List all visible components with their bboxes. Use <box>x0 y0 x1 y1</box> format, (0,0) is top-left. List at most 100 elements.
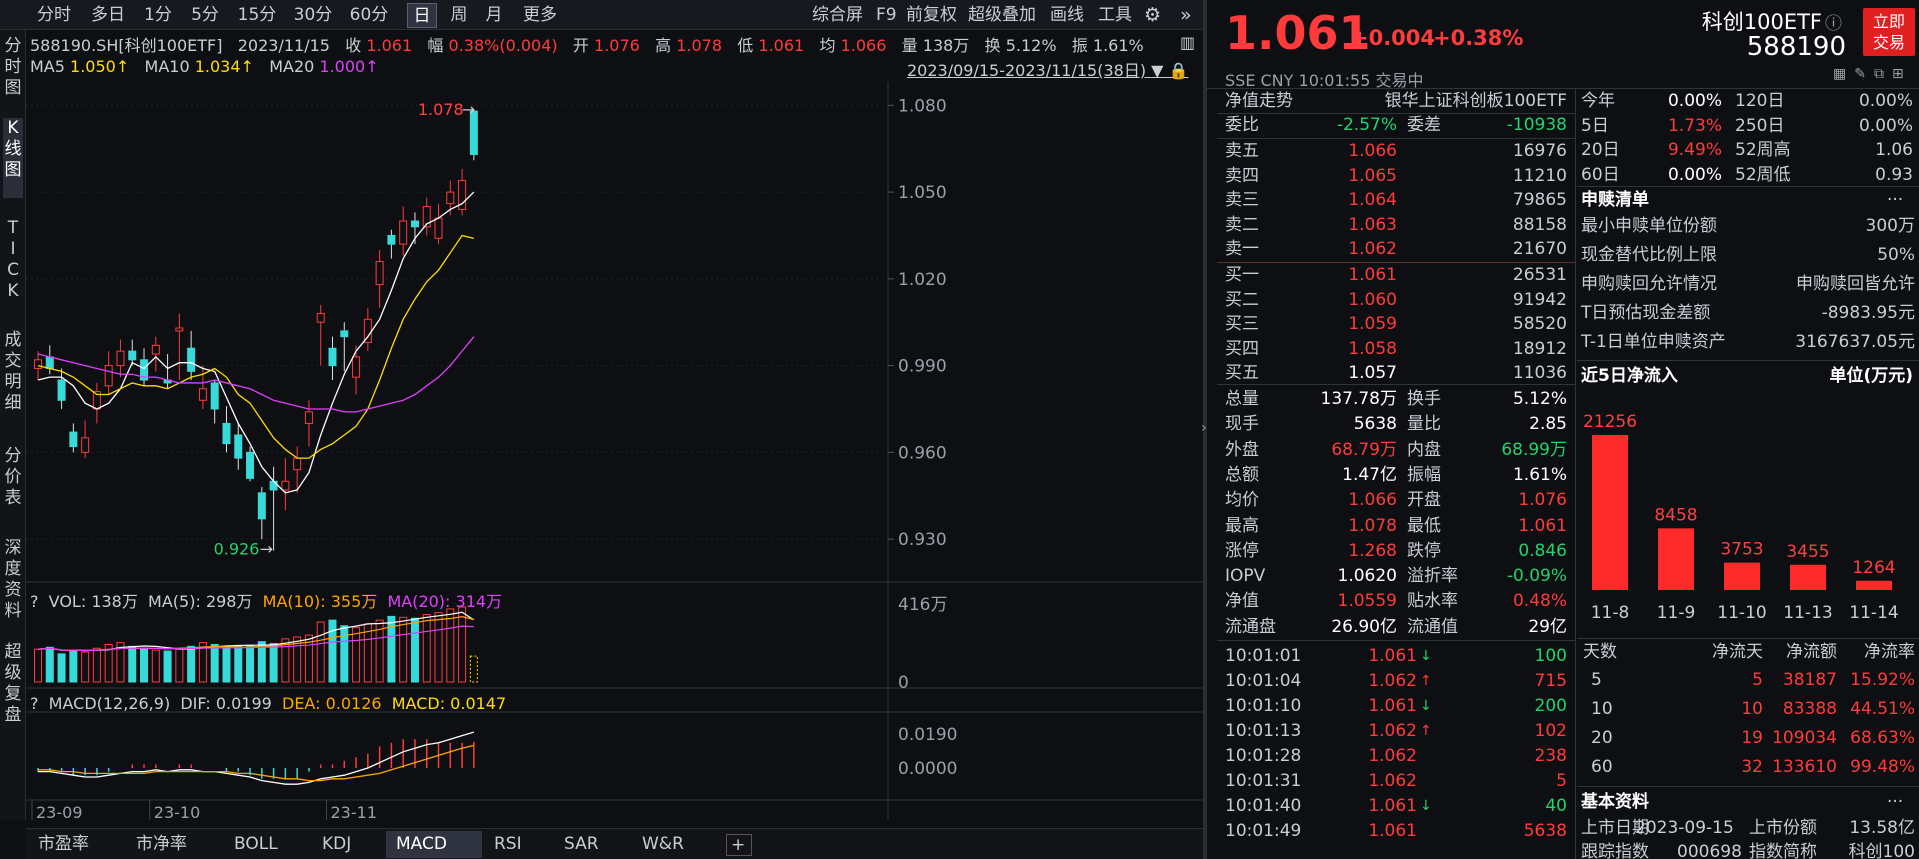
bid-volume: 58520 <box>1512 314 1567 334</box>
stat-value: 1.078 <box>1348 515 1397 536</box>
period-tab-fenshi[interactable]: 分时 <box>30 3 78 28</box>
tools-button[interactable]: 工具 <box>1098 3 1132 28</box>
inflow-value-label: 1264 <box>1852 558 1895 578</box>
period-tab-30min[interactable]: 30分 <box>290 3 336 28</box>
bid-label: 买四 <box>1225 338 1259 359</box>
candle-body <box>410 220 419 228</box>
index-short-name-label: 指数简称 <box>1749 842 1817 859</box>
candle-body <box>151 344 160 355</box>
ask-label: 卖四 <box>1225 165 1259 186</box>
inflow-date-label: 11-10 <box>1717 603 1766 623</box>
vtab-depth-data[interactable]: 深度资料 <box>3 538 23 622</box>
candle-body <box>69 431 78 448</box>
vtab-time-chart[interactable]: 分时图 <box>3 36 23 99</box>
creation-item-label: 现金替代比例上限 <box>1581 245 1717 265</box>
tick-price: 1.062 <box>1368 771 1417 791</box>
bid-price[interactable]: 1.057 <box>1307 361 1397 385</box>
indicator-tab-pb[interactable]: 市净率 <box>126 831 221 858</box>
indicator-tab-pe[interactable]: 市盈率 <box>28 831 123 858</box>
arrow-down-icon: ↓ <box>1420 798 1432 814</box>
volume-bar <box>422 614 431 683</box>
f9-button[interactable]: F9 <box>876 3 897 28</box>
vtab-super-replay[interactable]: 超级复盘 <box>3 642 23 726</box>
vtab-tick[interactable]: TICK <box>3 218 23 302</box>
creation-item-label: 最小申赎单位份额 <box>1581 216 1717 236</box>
arrow-up-icon: ↑ <box>1420 723 1432 739</box>
period-tab-monthly[interactable]: 月 <box>480 3 508 28</box>
stat-label: 涨停 <box>1225 540 1259 561</box>
bid-price[interactable]: 1.058 <box>1307 337 1397 361</box>
bid-price[interactable]: 1.060 <box>1307 288 1397 312</box>
price-tick-label: 0.930 <box>898 530 947 550</box>
indicator-tab-boll[interactable]: BOLL <box>224 831 309 858</box>
ma10-value: 1.034↑ <box>194 57 254 76</box>
period-tab-daily[interactable]: 日 <box>407 3 437 28</box>
help-icon[interactable]: ? <box>30 694 39 713</box>
candle-body <box>387 234 396 245</box>
forward-adjust-button[interactable]: 前复权 <box>906 3 957 28</box>
period-tab-15min[interactable]: 15分 <box>234 3 280 28</box>
vol-ma20: MA(20): 314万 <box>387 592 503 611</box>
period-tab-1min[interactable]: 1分 <box>140 3 176 28</box>
period-tab-multiday[interactable]: 多日 <box>84 3 132 28</box>
candle-body <box>57 379 66 401</box>
vtab-trade-detail[interactable]: 成交明细 <box>3 330 23 414</box>
gear-icon[interactable]: ⚙ <box>1144 3 1161 28</box>
volume-bar <box>45 646 54 683</box>
net-inflow-title: 近5日净流入 <box>1581 366 1678 386</box>
basic-info-more[interactable]: ··· <box>1887 790 1903 814</box>
bid-label: 买二 <box>1225 289 1259 310</box>
period-tab-more[interactable]: 更多 <box>518 3 562 28</box>
indicator-tab-macd[interactable]: MACD <box>386 831 482 858</box>
add-indicator-icon[interactable]: + <box>726 834 752 856</box>
flow-table-net-amount: 133610 <box>1772 757 1837 777</box>
period-tab-weekly[interactable]: 周 <box>445 3 473 28</box>
stat-label: 跌停 <box>1407 540 1441 561</box>
perf-value: 9.49% <box>1667 140 1722 160</box>
info-icon[interactable]: ⓘ <box>1825 9 1842 34</box>
volume-bar <box>246 644 255 683</box>
tick-time: 10:01:01 <box>1225 646 1302 666</box>
ask-price[interactable]: 1.062 <box>1307 237 1397 261</box>
stat-label: 振幅 <box>1407 464 1441 485</box>
ask-price[interactable]: 1.065 <box>1307 164 1397 188</box>
collapse-arrow-icon[interactable]: › <box>1201 420 1207 436</box>
composite-screen-button[interactable]: 综合屏 <box>812 3 863 28</box>
bid-price[interactable]: 1.061 <box>1307 263 1397 287</box>
stat-value: -0.09% <box>1506 566 1567 587</box>
nav-trend-link[interactable]: 净值走势 <box>1225 89 1293 113</box>
candle-body <box>269 480 278 491</box>
expand-right-icon[interactable]: » <box>1180 3 1192 28</box>
indicator-tab-wr[interactable]: W&R <box>632 831 722 858</box>
indicator-tab-kdj[interactable]: KDJ <box>312 831 387 858</box>
super-overlay-button[interactable]: 超级叠加 <box>968 3 1036 28</box>
tick-price: 1.062 <box>1368 746 1417 766</box>
vtab-kline[interactable]: K线图 <box>3 118 23 198</box>
indicator-tab-rsi[interactable]: RSI <box>484 831 554 858</box>
ask-label: 卖三 <box>1225 190 1259 210</box>
price-change-pct: +0.38% <box>1433 26 1524 50</box>
creation-list-more[interactable]: ··· <box>1887 188 1903 212</box>
vtab-price-table[interactable]: 分价表 <box>3 446 23 509</box>
period-tab-5min[interactable]: 5分 <box>186 3 224 28</box>
high-marker-label: 1.078 <box>418 100 464 119</box>
draw-line-button[interactable]: 画线 <box>1050 3 1084 28</box>
stat-value: 0.48% <box>1512 591 1567 612</box>
help-icon[interactable]: ? <box>30 592 39 611</box>
period-tab-60min[interactable]: 60分 <box>346 3 392 28</box>
perf-value: 1.06 <box>1875 140 1913 160</box>
layout-icon[interactable]: ▥ <box>1180 30 1195 55</box>
tick-price: 1.062 <box>1368 721 1417 741</box>
trade-now-button[interactable]: 立即 交易 <box>1863 8 1915 56</box>
ask-price[interactable]: 1.066 <box>1307 139 1397 163</box>
low-label: 低 <box>737 36 754 55</box>
candle-body <box>246 451 255 479</box>
tick-volume: 5638 <box>1523 821 1567 841</box>
date-range-selector[interactable]: 2023/09/15-2023/11/15(38日) ▼ 🔒 <box>907 57 1188 81</box>
stat-label: 开盘 <box>1407 490 1441 511</box>
ask-price[interactable]: 1.064 <box>1307 188 1397 212</box>
bid-price[interactable]: 1.059 <box>1307 312 1397 336</box>
indicator-tab-sar[interactable]: SAR <box>554 831 632 858</box>
panel-tool-icons[interactable]: ▦✎⧉⊞ <box>1833 66 1912 82</box>
ask-price[interactable]: 1.063 <box>1307 213 1397 237</box>
